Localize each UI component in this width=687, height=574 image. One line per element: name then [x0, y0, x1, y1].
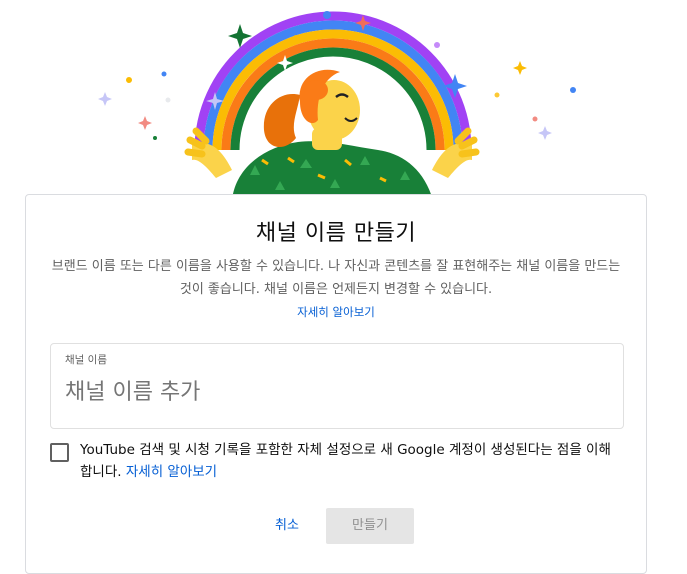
learn-more-link[interactable]: 자세히 알아보기 [26, 304, 646, 320]
dialog-title: 채널 이름 만들기 [255, 221, 417, 246]
channel-name-field[interactable]: 채널 이름 [50, 343, 624, 429]
cancel-button[interactable]: 취소 [262, 508, 312, 544]
create-button[interactable]: 만들기 [326, 508, 414, 544]
consent-checkbox[interactable] [50, 443, 69, 462]
create-channel-dialog: 채널 이름 만들기 브랜드 이름 또는 다른 이름을 사용할 수 있습니다. 나… [25, 194, 647, 574]
welcome-illustration [98, 11, 576, 200]
channel-name-label: 채널 이름 [65, 354, 107, 366]
channel-name-input[interactable] [65, 374, 605, 410]
dialog-description: 브랜드 이름 또는 다른 이름을 사용할 수 있습니다. 나 자신과 콘텐츠를 … [51, 259, 621, 297]
consent-text: YouTube 검색 및 시청 기록을 포함한 자체 설정으로 새 Google… [80, 439, 620, 483]
consent-learn-more-link[interactable]: 자세히 알아보기 [126, 464, 217, 480]
